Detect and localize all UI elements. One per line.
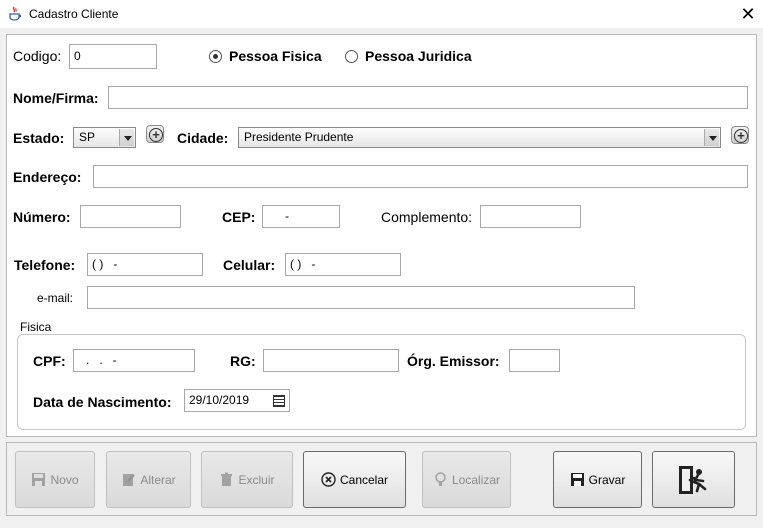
radio-pessoa-juridica[interactable] [345, 50, 358, 63]
nascimento-field[interactable]: 29/10/2019 [184, 389, 290, 412]
alterar-label: Alterar [140, 472, 176, 487]
chevron-down-icon [119, 129, 134, 146]
nascimento-label: Data de Nascimento: [33, 394, 172, 410]
endereco-field[interactable] [93, 165, 748, 188]
edit-icon [121, 472, 136, 487]
celular-field[interactable]: ( ) - [285, 253, 401, 276]
cancelar-label: Cancelar [339, 472, 389, 487]
pessoa-juridica-label[interactable]: Pessoa Juridica [365, 48, 472, 64]
cidade-select[interactable]: Presidente Prudente [238, 127, 721, 148]
window-title: Cadastro Cliente [29, 7, 119, 21]
lightbulb-icon [433, 472, 448, 487]
rg-label: RG: [230, 353, 256, 369]
numero-field[interactable] [80, 205, 181, 228]
sair-button[interactable] [652, 451, 735, 508]
novo-button[interactable]: Novo [15, 451, 95, 508]
title-bar: Cadastro Cliente ✕ [0, 0, 763, 28]
chevron-down-icon [704, 129, 719, 146]
save-icon [570, 472, 585, 487]
radio-pessoa-fisica[interactable] [209, 50, 222, 63]
cancel-circle-icon [321, 472, 336, 487]
floppy-icon [31, 472, 46, 487]
close-icon[interactable]: ✕ [736, 2, 760, 26]
alterar-button[interactable]: Alterar [106, 451, 191, 508]
localizar-button[interactable]: Localizar [422, 451, 511, 508]
localizar-label: Localizar [451, 472, 501, 487]
cancelar-button[interactable]: Cancelar [303, 451, 406, 508]
excluir-label: Excluir [238, 472, 275, 487]
codigo-label: Codigo: [13, 48, 62, 64]
add-estado-icon[interactable] [146, 125, 165, 143]
trash-icon [219, 472, 234, 487]
estado-label: Estado: [13, 130, 65, 146]
estado-value: SP [79, 130, 96, 144]
exit-door-icon [677, 463, 711, 497]
nome-field[interactable] [108, 86, 748, 109]
cpf-field[interactable]: . . - [73, 349, 195, 372]
java-coffee-icon [8, 6, 22, 21]
cep-label: CEP: [222, 209, 256, 225]
telefone-label: Telefone: [14, 257, 76, 273]
estado-select[interactable]: SP [73, 127, 136, 148]
nascimento-value: 29/10/2019 [189, 393, 250, 407]
complemento-field[interactable] [480, 205, 581, 228]
excluir-button[interactable]: Excluir [201, 451, 293, 508]
complemento-label: Complemento: [381, 209, 473, 225]
cidade-value: Presidente Prudente [244, 130, 354, 144]
cidade-label: Cidade: [177, 130, 229, 146]
rg-field[interactable] [263, 349, 399, 372]
calendar-icon[interactable] [273, 395, 285, 407]
cep-field[interactable]: - [262, 205, 340, 228]
gravar-label: Gravar [588, 472, 626, 487]
celular-label: Celular: [223, 257, 276, 273]
orgao-emissor-label: Órg. Emissor: [407, 353, 500, 369]
add-cidade-icon[interactable] [731, 126, 750, 144]
email-label: e-mail: [37, 291, 74, 305]
pessoa-fisica-label[interactable]: Pessoa Fisica [229, 48, 322, 64]
gravar-button[interactable]: Gravar [553, 451, 642, 508]
numero-label: Número: [13, 209, 71, 225]
codigo-field[interactable]: 0 [69, 44, 157, 69]
telefone-field[interactable]: ( ) - [87, 253, 203, 276]
orgao-emissor-field[interactable] [509, 349, 560, 372]
email-field[interactable] [87, 286, 635, 309]
novo-label: Novo [50, 472, 79, 487]
cpf-label: CPF: [33, 353, 66, 369]
fisica-group-title: Fisica [20, 320, 52, 334]
nome-label: Nome/Firma: [13, 90, 99, 106]
endereco-label: Endereço: [13, 169, 82, 185]
